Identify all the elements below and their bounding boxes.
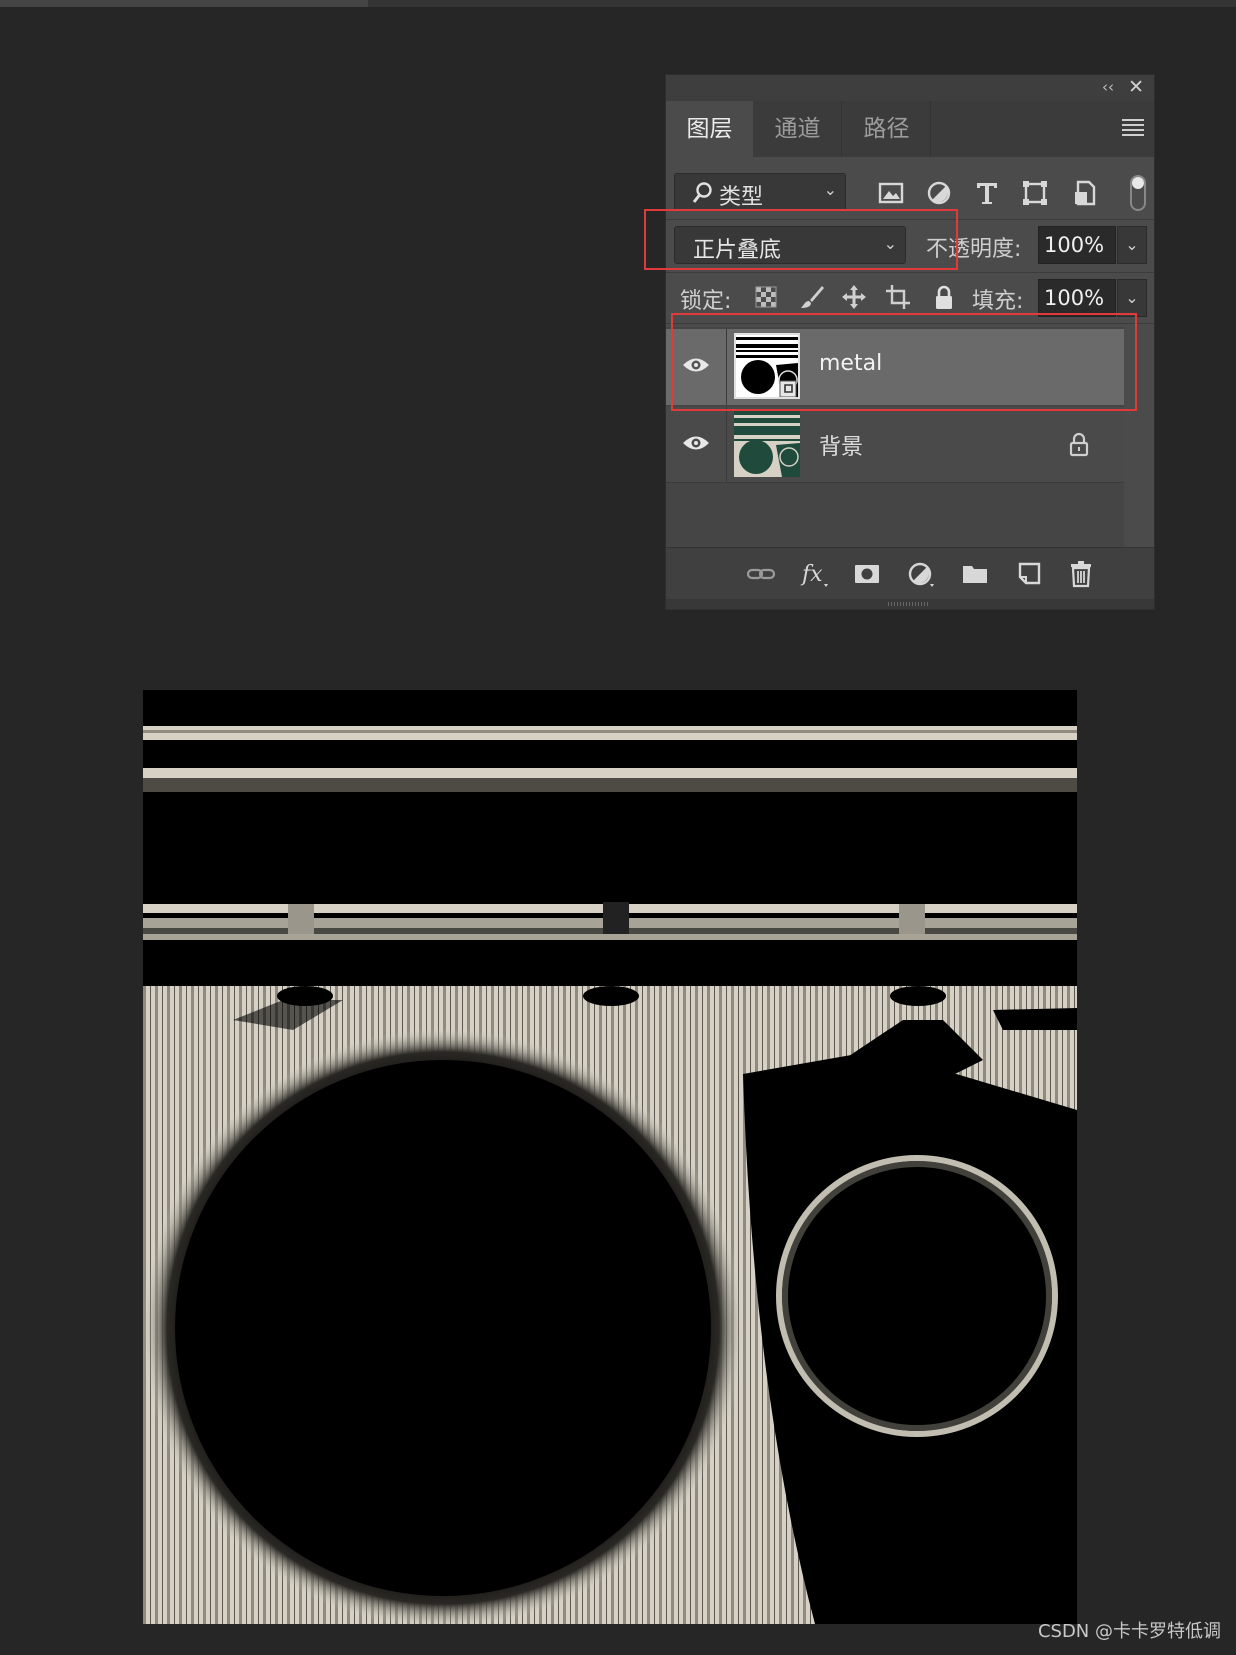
chevron-down-icon: ⌄ xyxy=(883,234,897,253)
type-filter-icon[interactable] xyxy=(972,178,1002,208)
panel-tabs: 图层 通道 路径 xyxy=(666,101,1154,157)
panel-title-bar[interactable]: ‹‹ ✕ xyxy=(666,75,1154,101)
link-layers-icon[interactable] xyxy=(746,560,776,588)
fill-label: 填充: xyxy=(972,289,1024,314)
row-divider xyxy=(726,407,727,483)
svg-text:fx: fx xyxy=(800,562,823,587)
watermark: CSDN @卡卡罗特低调 xyxy=(1037,1621,1221,1642)
lock-icon[interactable] xyxy=(1068,431,1090,457)
divider xyxy=(666,323,1154,324)
fill-input[interactable]: 100% xyxy=(1038,279,1116,317)
layer-list: metal 背景 xyxy=(666,327,1154,547)
layer-row-metal[interactable]: metal xyxy=(666,329,1124,405)
opacity-label: 不透明度: xyxy=(926,237,1022,262)
layer-list-scrollbar[interactable] xyxy=(1124,327,1154,547)
close-icon[interactable]: ✕ xyxy=(1128,76,1144,98)
divider xyxy=(666,219,1154,220)
lock-transparent-pixels-icon[interactable] xyxy=(752,283,780,311)
layer-name-background[interactable]: 背景 xyxy=(819,429,863,461)
collapse-icon[interactable]: ‹‹ xyxy=(1102,78,1114,96)
layer-filter-select[interactable]: 类型 ⌄ xyxy=(674,173,846,211)
tab-layers[interactable]: 图层 xyxy=(666,101,753,157)
row-divider xyxy=(726,329,727,405)
divider xyxy=(666,272,1154,273)
blend-mode-value: 正片叠底 xyxy=(693,238,782,263)
tab-paths[interactable]: 路径 xyxy=(843,101,931,157)
image-filter-icon[interactable] xyxy=(876,178,906,208)
layer-row-background[interactable]: 背景 xyxy=(666,407,1124,483)
layer-name-metal[interactable]: metal xyxy=(819,351,882,376)
opacity-input[interactable]: 100% xyxy=(1038,226,1116,264)
lock-artboard-icon[interactable] xyxy=(884,283,912,311)
opacity-chevron-icon[interactable]: ⌄ xyxy=(1117,226,1147,264)
tab-channels[interactable]: 通道 xyxy=(754,101,842,157)
top-strip xyxy=(0,0,1236,7)
panel-menu-icon[interactable] xyxy=(1122,119,1144,136)
adjustment-filter-icon[interactable] xyxy=(924,178,954,208)
fill-chevron-icon[interactable]: ⌄ xyxy=(1117,279,1147,317)
shape-filter-icon[interactable] xyxy=(1020,178,1050,208)
adjustment-layer-icon[interactable] xyxy=(906,560,936,588)
panel-bottom-bar: fx xyxy=(666,547,1154,599)
layers-panel: ‹‹ ✕ 图层 通道 路径 类型 ⌄ 正片叠底 ⌄ 不透明度: 100% ⌄ 锁… xyxy=(665,74,1155,610)
add-mask-icon[interactable] xyxy=(852,560,882,588)
panel-resize-grip[interactable] xyxy=(666,599,1154,609)
metal-texture-canvas xyxy=(143,690,1077,1624)
smart-object-filter-icon[interactable] xyxy=(1070,178,1100,208)
lock-position-icon[interactable] xyxy=(840,283,868,311)
lock-image-pixels-icon[interactable] xyxy=(798,283,826,311)
fx-icon[interactable]: fx xyxy=(800,560,830,588)
new-layer-icon[interactable] xyxy=(1014,560,1044,588)
layer-thumbnail-background xyxy=(734,411,800,477)
top-strip-segment xyxy=(0,0,368,7)
search-icon xyxy=(692,182,712,203)
lock-label: 锁定: xyxy=(680,289,732,314)
group-folder-icon[interactable] xyxy=(960,560,990,588)
chevron-down-icon: ⌄ xyxy=(823,180,837,199)
filter-type-label: 类型 xyxy=(719,185,764,210)
filter-toggle[interactable] xyxy=(1130,175,1146,211)
eye-icon[interactable] xyxy=(682,355,710,375)
layer-thumbnail-metal xyxy=(734,333,800,399)
delete-trash-icon[interactable] xyxy=(1066,560,1096,588)
blend-mode-select[interactable]: 正片叠底 ⌄ xyxy=(674,226,906,264)
eye-icon[interactable] xyxy=(682,433,710,453)
lock-all-icon[interactable] xyxy=(930,283,958,311)
